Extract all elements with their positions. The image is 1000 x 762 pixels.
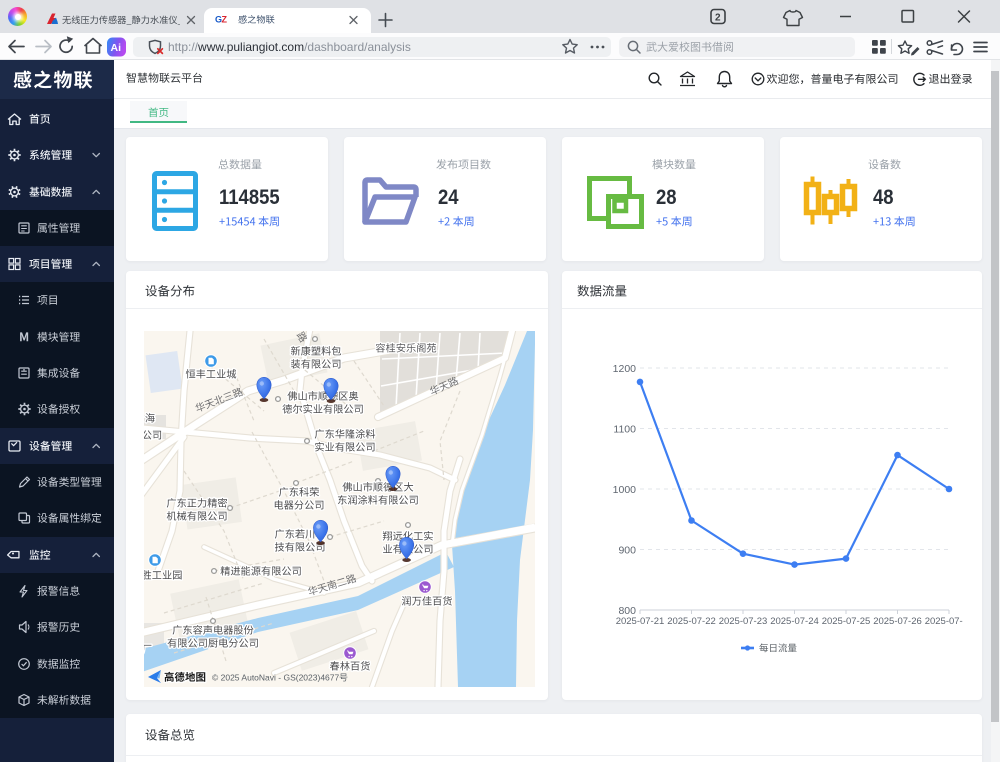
svg-text:2025-07-23: 2025-07-23 bbox=[719, 616, 768, 627]
svg-text:1200: 1200 bbox=[613, 363, 637, 375]
svg-text:2: 2 bbox=[715, 13, 721, 24]
svg-text:900: 900 bbox=[618, 545, 636, 557]
svg-text:2025-07-21: 2025-07-21 bbox=[616, 616, 665, 627]
svg-text:2025-07-25: 2025-07-25 bbox=[822, 616, 871, 627]
svg-text:© 2025 AutoNavi - GS(2023)4677: © 2025 AutoNavi - GS(2023)4677 bbox=[212, 673, 340, 683]
svg-text:Z: Z bbox=[222, 15, 228, 25]
svg-text:2025-07-27: 2025-07-27 bbox=[925, 616, 963, 627]
svg-text:1100: 1100 bbox=[613, 424, 636, 436]
svg-text:2025-07-26: 2025-07-26 bbox=[873, 616, 922, 627]
svg-text:1000: 1000 bbox=[613, 484, 637, 496]
svg-text:2025-07-24: 2025-07-24 bbox=[770, 616, 819, 627]
svg-text:2025-07-22: 2025-07-22 bbox=[667, 616, 716, 627]
